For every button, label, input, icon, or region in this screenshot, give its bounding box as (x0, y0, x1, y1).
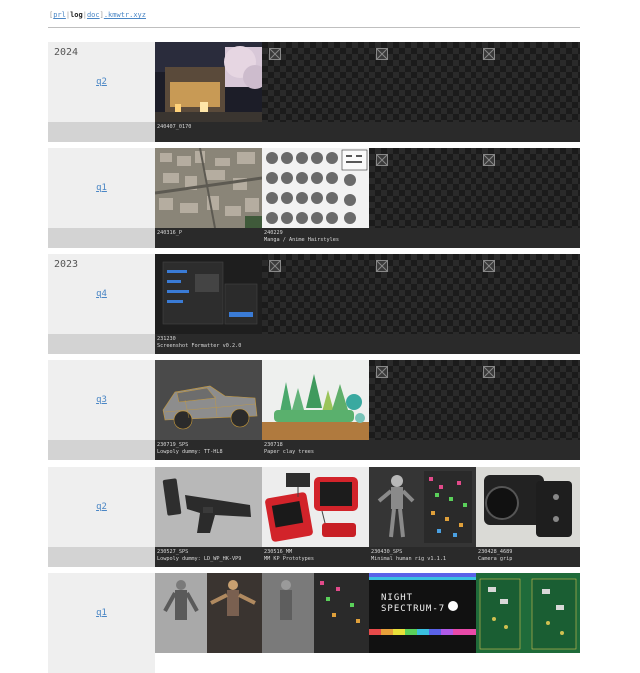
tile-title: Screenshot Formatter v0.2.0 (157, 342, 242, 349)
placeholder-icon (483, 48, 495, 60)
log-tile[interactable]: NIGHT SPECTRUM-7 (369, 573, 476, 673)
empty-tile (476, 148, 580, 248)
tile-title: Minimal human rig v1.1.1 (371, 555, 446, 562)
quarter-link[interactable]: q1 (48, 183, 155, 193)
sidebar-footer (48, 334, 155, 354)
row-sidebar: q2 (48, 467, 155, 567)
thumbnail-image (262, 360, 369, 440)
log-tile[interactable]: 230430_SPS Minimal human rig v1.1.1 (369, 467, 476, 567)
empty-tile (476, 42, 580, 142)
row-sidebar: 2024 q2 (48, 42, 155, 142)
placeholder-icon (376, 48, 388, 60)
thumbnail-image (369, 467, 476, 547)
placeholder-icon (376, 260, 388, 272)
year-label: 2023 (54, 259, 79, 270)
log-tile[interactable]: 240316_P (155, 148, 262, 248)
log-tile[interactable]: 230428_4689 Camera grip (476, 467, 580, 567)
top-nav: [prl|log|doc].kmwtr.xyz (49, 11, 146, 19)
thumbnail-image (155, 42, 262, 122)
thumbnail-image (155, 148, 262, 228)
thumbnail-image (262, 148, 369, 228)
quarter-link[interactable]: q2 (48, 77, 155, 87)
thumbnail-image (155, 467, 262, 547)
nav-link-doc[interactable]: doc (87, 11, 100, 19)
log-tile[interactable]: 240407_0170 (155, 42, 262, 142)
log-tile[interactable] (476, 573, 580, 673)
empty-tile (369, 360, 476, 460)
sidebar-footer (48, 547, 155, 567)
empty-tile (262, 254, 369, 354)
placeholder-icon (269, 260, 281, 272)
placeholder-icon (269, 48, 281, 60)
nav-current-log: log (70, 11, 83, 19)
row-sidebar: q1 (48, 573, 155, 673)
thumbnail-image (155, 573, 262, 653)
empty-tile (369, 148, 476, 248)
thumbnail-image: NIGHT SPECTRUM-7 (369, 573, 476, 653)
log-tile[interactable]: 231230 Screenshot Formatter v0.2.0 (155, 254, 262, 354)
empty-tile (476, 360, 580, 460)
log-tile[interactable] (262, 573, 369, 673)
log-row-q1: q1 240316_P 240229 Manga / Anime Hairsty… (48, 148, 580, 248)
sidebar-footer (48, 122, 155, 142)
log-row-q1: q1 NIGHT SPECTRUM-7 (48, 573, 580, 673)
log-tile[interactable]: 240229 Manga / Anime Hairstyles (262, 148, 369, 248)
quarter-link[interactable]: q1 (48, 608, 155, 618)
placeholder-icon (483, 366, 495, 378)
log-tile[interactable]: 230719_SPS Lowpoly dummy: TT-HL8 (155, 360, 262, 460)
log-tile[interactable]: 230718 Paper clay trees (262, 360, 369, 460)
log-row-2024-q2: 2024 q2 240407_0170 (48, 42, 580, 142)
empty-tile (369, 42, 476, 142)
empty-tile (476, 254, 580, 354)
log-tile[interactable]: 230516_MM MM KP Prototypes (262, 467, 369, 567)
placeholder-icon (376, 366, 388, 378)
row-sidebar: q1 (48, 148, 155, 248)
tile-title: Paper clay trees (264, 448, 314, 455)
tile-title: MM KP Prototypes (264, 555, 314, 562)
thumbnail-image (476, 467, 580, 547)
header-divider (48, 27, 580, 28)
placeholder-icon (483, 260, 495, 272)
placeholder-icon (483, 154, 495, 166)
year-label: 2024 (54, 47, 79, 58)
tile-title: Manga / Anime Hairstyles (264, 236, 339, 243)
tile-id: 240407_0170 (157, 124, 192, 130)
thumbnail-image (155, 360, 262, 440)
empty-tile (369, 254, 476, 354)
log-tile[interactable]: 230527_SPS Lowpoly dummy: LD_WP_HK-VP9 (155, 467, 262, 567)
sidebar-footer (48, 440, 155, 460)
placeholder-icon (376, 154, 388, 166)
log-row-2023-q4: 2023 q4 231230 Screenshot Formatter v0.2.… (48, 254, 580, 354)
thumbnail-image (476, 573, 580, 653)
log-row-q3: q3 230719_SPS Lowpoly dummy: TT-HL8 2307… (48, 360, 580, 460)
nav-link-prl[interactable]: prl (53, 11, 66, 19)
row-sidebar: 2023 q4 (48, 254, 155, 354)
tile-title: Lowpoly dummy: LD_WP_HK-VP9 (157, 555, 242, 562)
nav-domain-link[interactable]: .kmwtr.xyz (104, 11, 146, 19)
quarter-link[interactable]: q2 (48, 502, 155, 512)
empty-tile (262, 42, 369, 142)
log-tile[interactable] (155, 573, 262, 673)
thumbnail-image (262, 467, 369, 547)
tile-id: 240316_P (157, 230, 182, 236)
row-sidebar: q3 (48, 360, 155, 460)
thumbnail-image (262, 573, 369, 653)
tile-title: Lowpoly dummy: TT-HL8 (157, 448, 223, 455)
sidebar-footer (48, 228, 155, 248)
quarter-link[interactable]: q4 (48, 289, 155, 299)
quarter-link[interactable]: q3 (48, 395, 155, 405)
log-row-q2: q2 230527_SPS Lowpoly dummy: LD_WP_HK-VP9 (48, 467, 580, 567)
tile-title: Camera grip (478, 555, 513, 562)
thumbnail-image (155, 254, 262, 334)
